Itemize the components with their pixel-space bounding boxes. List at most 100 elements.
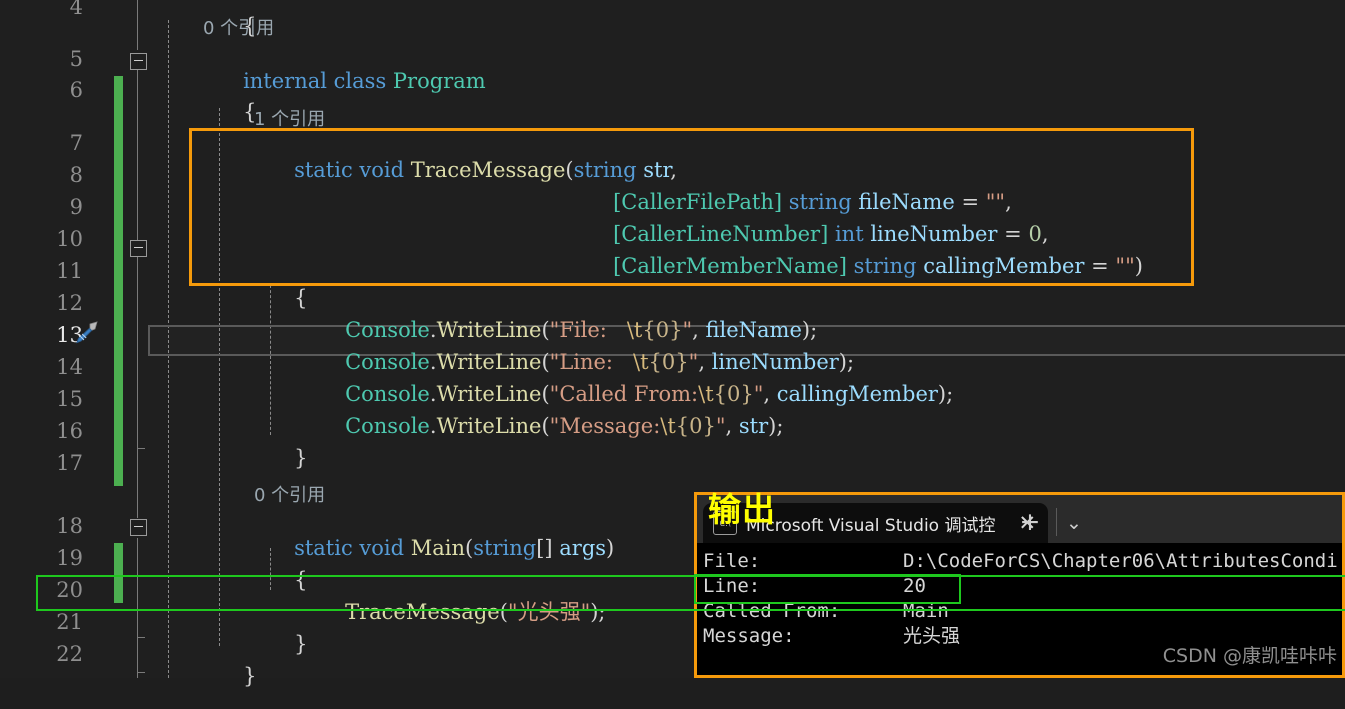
output-row-value: 20 [903, 575, 926, 597]
output-row-label: Message: [703, 625, 795, 647]
token-keyword-string: string [853, 254, 917, 278]
token-method-tracemessage: TraceMessage [410, 158, 566, 182]
token-paren: ( [565, 158, 574, 182]
token-placeholder: {0} [713, 382, 754, 406]
token-keyword-string: string [573, 158, 637, 182]
new-tab-plus-icon[interactable]: + [1015, 509, 1045, 537]
collapse-toggle-class[interactable] [130, 53, 147, 70]
output-row-label: Line: [703, 575, 761, 597]
code-line-21: } [254, 613, 307, 676]
token-escape-tab: \t [698, 382, 714, 406]
line-number: 15 [56, 387, 83, 411]
line-number: 22 [56, 642, 83, 666]
codelens-class[interactable]: 0 个引用 [203, 19, 274, 39]
indent-guide [270, 548, 271, 590]
token-type-console: Console [345, 382, 430, 406]
token-paren: ( [499, 600, 508, 624]
line-number: 7 [69, 131, 83, 155]
token-method-tracemessage-call: TraceMessage [345, 600, 500, 624]
token-equals: = [961, 190, 980, 214]
token-placeholder: {0} [675, 414, 716, 438]
token-string-guangtouqiang: "光头强" [507, 600, 591, 624]
token-brace: { [243, 100, 257, 124]
line-number: 19 [56, 546, 83, 570]
token-attribute-callermembername: [CallerMemberName] [613, 254, 847, 278]
code-line-6: { [203, 81, 256, 144]
output-tab-bar: C:\ Microsoft Visual Studio 调试控 ✕ + ⌄ [697, 495, 1342, 543]
token-paren-close: ) [606, 536, 615, 560]
outline-vertical-line [137, 538, 138, 678]
code-line-14: Console.WriteLine("Called From:\t{0}", c… [305, 363, 953, 426]
code-line-20: TraceMessage("光头强"); [305, 581, 605, 644]
token-brace: { [294, 286, 308, 310]
token-brace: } [294, 632, 308, 656]
token-brace: { [294, 568, 308, 592]
indent-guide [270, 285, 271, 435]
code-line-10: [CallerMemberName] string callingMember … [573, 235, 1143, 298]
token-param-linenumber: lineNumber [870, 222, 998, 246]
code-line-11: { [254, 267, 307, 330]
collapse-toggle-method[interactable] [130, 240, 147, 257]
token-string-empty: "" [985, 190, 1006, 214]
output-row: File: D:\CodeForCS\Chapter06\AttributesC… [703, 549, 1342, 574]
token-keyword-internal: internal [243, 69, 327, 93]
token-equals: = [1091, 254, 1109, 278]
token-keyword-string: string [788, 190, 852, 214]
codelens-method[interactable]: 1 个引用 [254, 110, 325, 130]
output-row: Line: 20 [703, 574, 1342, 599]
chevron-down-icon[interactable]: ⌄ [1059, 509, 1089, 537]
token-statement-end: ); [768, 414, 784, 438]
token-keyword-static: static [294, 158, 353, 182]
screwdriver-icon[interactable] [70, 320, 100, 348]
line-number: 6 [69, 78, 83, 102]
code-line-9: [CallerLineNumber] int lineNumber = 0, [573, 203, 1049, 266]
watermark: CSDN @康凯哇咔咔 [1162, 645, 1337, 667]
token-arg-callingmember: callingMember [776, 382, 938, 406]
code-line-18: static void Main(string[] args) [254, 517, 614, 580]
token-attribute-callerlinenumber: [CallerLineNumber] [613, 222, 829, 246]
token-brace: } [294, 446, 308, 470]
line-number: 8 [69, 163, 83, 187]
token-param-callingmember: callingMember [923, 254, 1085, 278]
token-string: "Called From: [549, 382, 699, 406]
line-number: 9 [69, 195, 83, 219]
output-row-value: D:\CodeForCS\Chapter06\AttributesCondi [903, 550, 1338, 572]
line-number: 10 [56, 227, 83, 251]
token-type-program: Program [392, 69, 486, 93]
line-number: 12 [56, 291, 83, 315]
line-number: 4 [69, 0, 83, 19]
output-row-label: Called From: [703, 600, 841, 622]
output-tab-title: Microsoft Visual Studio 调试控 [746, 515, 996, 536]
token-dot: . [429, 382, 437, 406]
token-type-console: Console [345, 414, 430, 438]
outline-end-tick [137, 672, 145, 673]
token-string: "Message: [549, 414, 661, 438]
token-separator: , [763, 382, 777, 406]
token-array-brackets: [] [536, 536, 553, 560]
code-line-19: { [254, 549, 307, 612]
token-keyword-class: class [333, 69, 387, 93]
token-statement-end: ); [937, 382, 954, 406]
codelens-main[interactable]: 0 个引用 [254, 486, 325, 506]
code-line-5: internal class Program [203, 50, 486, 113]
token-paren-close: ) [1134, 254, 1143, 278]
token-comma: , [1005, 190, 1012, 214]
change-bar [114, 76, 123, 486]
code-line-4: { [203, 0, 256, 58]
outline-end-tick [137, 637, 145, 638]
token-param-filename: fileName [858, 190, 955, 214]
token-attribute-callerfilepath: [CallerFilePath] [613, 190, 783, 214]
token-number-zero: 0 [1028, 222, 1042, 246]
collapse-toggle-main[interactable] [130, 519, 147, 536]
indent-guide [219, 108, 220, 646]
token-comma: , [1041, 222, 1049, 246]
token-method-main: Main [410, 536, 466, 560]
token-keyword-string: string [473, 536, 537, 560]
output-row-label: File: [703, 550, 761, 572]
outline-vertical-line [137, 70, 138, 518]
line-number: 5 [69, 47, 83, 71]
token-method-writeline: WriteLine [436, 382, 542, 406]
toolbar-divider [1056, 508, 1057, 536]
token-keyword-void: void [359, 536, 405, 560]
outline-vertical-line [137, 0, 138, 50]
